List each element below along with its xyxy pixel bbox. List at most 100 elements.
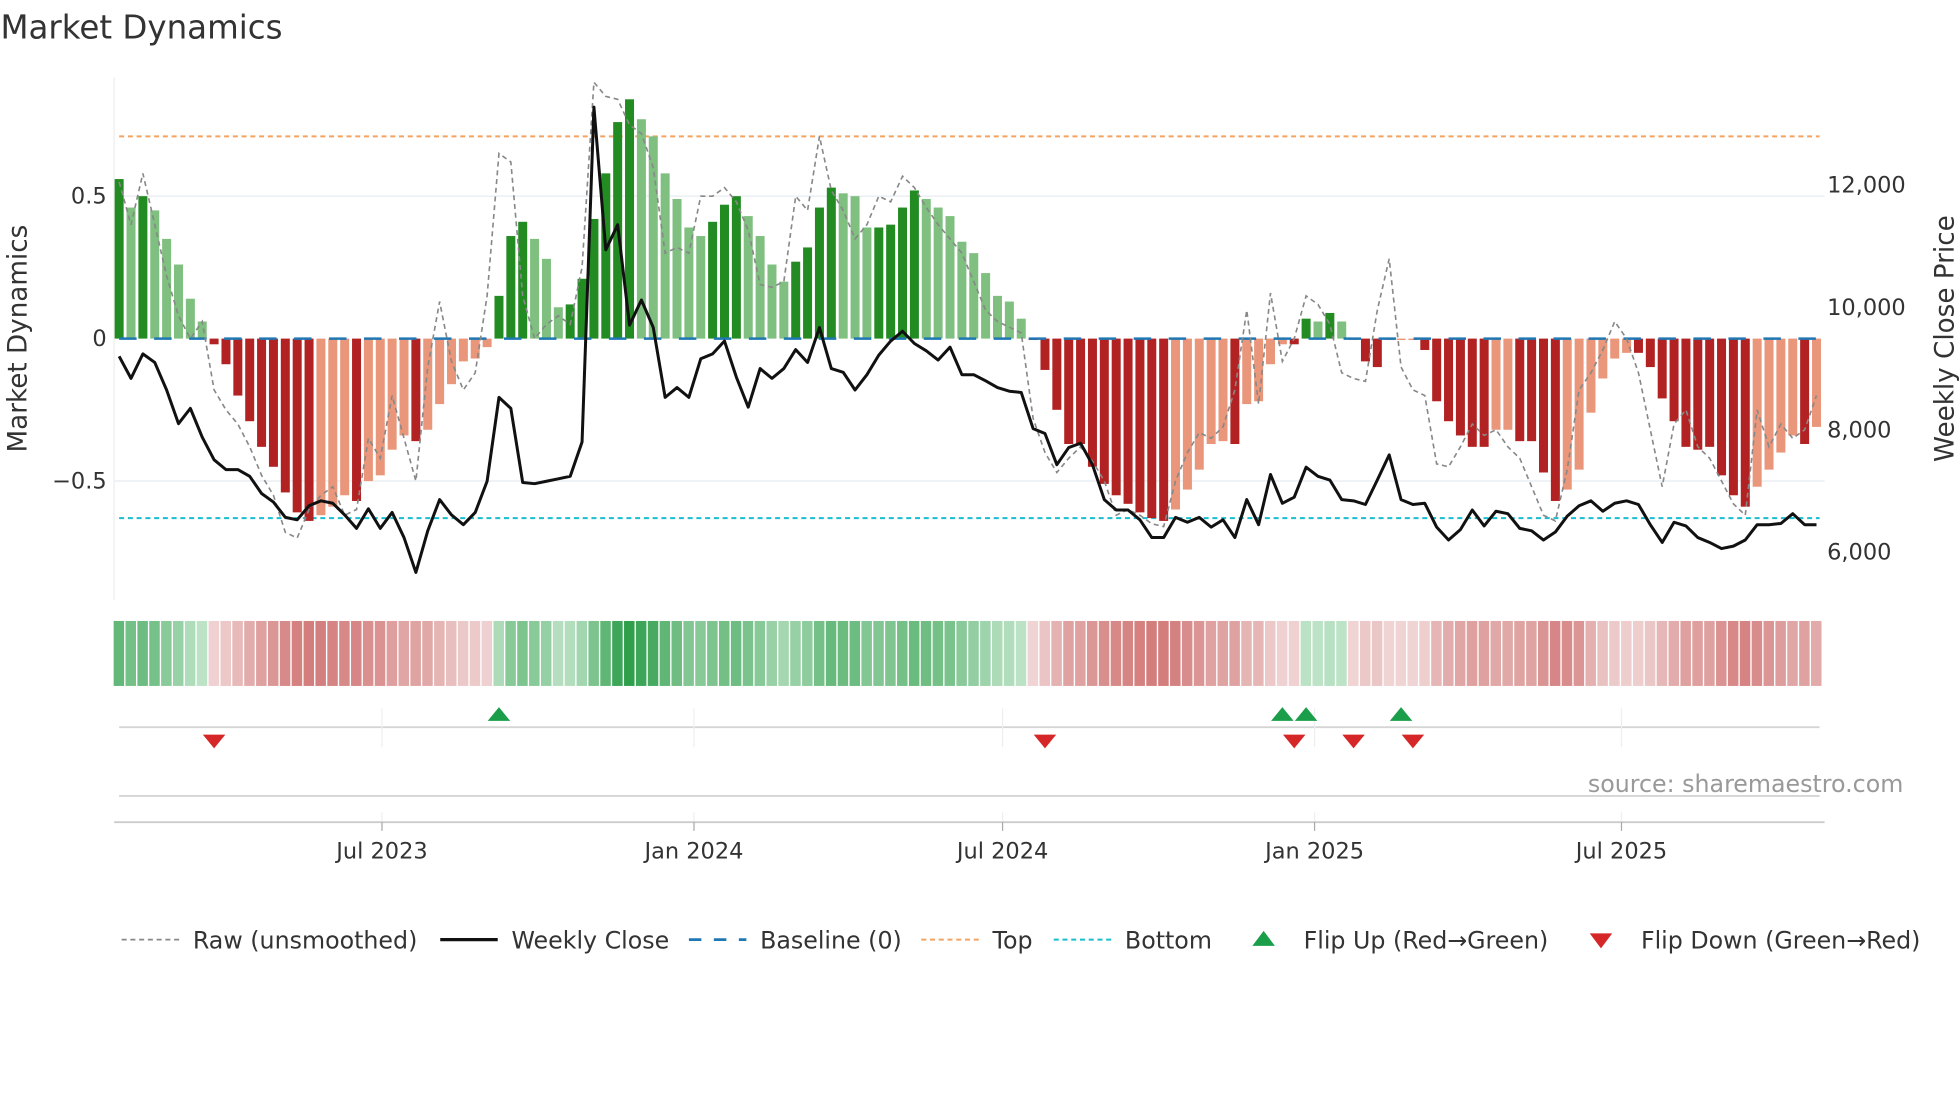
- regime-tile: [291, 620, 303, 686]
- regime-tile: [1466, 620, 1478, 686]
- dynamics-bar: [1182, 338, 1192, 490]
- dynamics-bar: [1099, 338, 1109, 484]
- dynamics-bar: [1776, 338, 1786, 453]
- regime-tile: [481, 620, 493, 686]
- dynamics-bar: [957, 241, 967, 339]
- left-tick-label: 0.5: [71, 184, 107, 210]
- regime-tile: [1229, 620, 1240, 686]
- regime-tile: [1680, 620, 1691, 686]
- dynamics-bar: [1432, 338, 1442, 402]
- flip-down-marker: [1342, 734, 1365, 749]
- x-tick-label: Jul 2024: [955, 838, 1048, 864]
- dynamics-bar: [173, 264, 183, 339]
- dynamics-bar: [411, 338, 421, 442]
- dynamics-bar: [898, 207, 908, 339]
- regime-tile: [908, 620, 920, 686]
- dynamics-bar: [826, 187, 836, 339]
- dynamics-bar: [1657, 338, 1667, 399]
- regime-tile: [1799, 620, 1810, 686]
- dynamics-bar: [494, 295, 504, 339]
- dynamics-bar: [1372, 338, 1382, 368]
- dynamics-bar: [731, 196, 741, 339]
- regime-tile: [1478, 620, 1490, 686]
- x-tick-label: Jul 2023: [334, 838, 427, 864]
- dynamics-bar: [150, 210, 160, 339]
- regime-tile: [339, 620, 350, 686]
- regime-tile: [1288, 620, 1300, 686]
- dynamics-bar: [1610, 338, 1620, 359]
- regime-tile: [991, 620, 1003, 686]
- regime-tile: [410, 620, 421, 686]
- dynamics-bar: [1527, 338, 1537, 442]
- dynamics-bar: [553, 307, 563, 339]
- regime-tile: [1217, 620, 1229, 686]
- regime-tile: [161, 620, 172, 686]
- dynamics-bar: [530, 238, 540, 339]
- regime-tile: [1443, 620, 1454, 686]
- dynamics-bar: [1206, 338, 1216, 444]
- regime-tile: [1727, 620, 1739, 686]
- regime-tile: [1383, 620, 1395, 686]
- flip-up-icon: [1252, 930, 1275, 946]
- dynamics-bar: [779, 281, 789, 339]
- regime-tile: [552, 620, 564, 686]
- dynamics-bar: [1586, 338, 1596, 413]
- regime-tile: [1763, 620, 1775, 686]
- regime-tile: [1205, 620, 1217, 686]
- dynamics-bar: [233, 338, 243, 396]
- regime-tile: [232, 620, 243, 686]
- regime-tile: [1407, 620, 1418, 686]
- dynamics-bar: [138, 196, 148, 339]
- regime-tile: [576, 620, 588, 686]
- dynamics-bar: [399, 338, 409, 436]
- dynamics-bar: [1444, 338, 1454, 422]
- flip-markers-panel: [119, 707, 1820, 823]
- dynamics-bar: [1111, 338, 1121, 496]
- regime-tile: [279, 620, 291, 686]
- regime-tile: [1656, 620, 1668, 686]
- regime-tile: [1810, 620, 1822, 686]
- dynamics-bar: [506, 236, 516, 339]
- regime-tile: [1537, 620, 1549, 686]
- dynamics-bar: [755, 236, 765, 339]
- dynamics-bar: [375, 338, 385, 476]
- regime-tile: [790, 620, 801, 686]
- dynamics-bar: [245, 338, 255, 422]
- regime-tile: [861, 620, 872, 686]
- regime-tile: [1561, 620, 1573, 686]
- dynamics-bar: [482, 338, 492, 348]
- dynamics-bar: [791, 261, 801, 339]
- regime-tile: [256, 620, 267, 686]
- regime-tile: [1086, 620, 1098, 686]
- legend-label: Bottom: [1125, 926, 1212, 954]
- regime-tile: [540, 620, 552, 686]
- regime-tile: [327, 620, 338, 686]
- regime-tile: [766, 620, 777, 686]
- regime-tile: [1704, 620, 1715, 686]
- regime-tile: [802, 620, 813, 686]
- dynamics-bar: [114, 179, 124, 339]
- dynamics-bar: [981, 273, 991, 339]
- dynamics-bar: [909, 190, 919, 339]
- dynamics-bar: [743, 216, 753, 339]
- regime-tile: [469, 620, 481, 686]
- dynamics-bar: [1515, 338, 1525, 442]
- regime-tile: [1609, 620, 1620, 686]
- dynamics-bar: [340, 338, 350, 496]
- regime-tile: [612, 620, 623, 686]
- regime-tile: [1395, 620, 1407, 686]
- dynamics-bar: [1135, 338, 1145, 513]
- regime-tile: [1110, 620, 1122, 686]
- regime-tile: [683, 620, 694, 686]
- regime-tile: [647, 620, 659, 686]
- regime-tile: [1585, 620, 1596, 686]
- market-dynamics-chart: Market Dynamics 0.5 0 −0.5 12,000 10,000 8,0…: [0, 9, 1960, 955]
- regime-tile: [1739, 620, 1751, 686]
- regime-strip: [113, 620, 1822, 686]
- regime-tile: [220, 620, 231, 686]
- dynamics-bar: [280, 338, 290, 493]
- dynamics-bar: [541, 258, 551, 339]
- regime-tile: [529, 620, 540, 686]
- regime-tile: [267, 620, 279, 686]
- regime-tile: [1312, 620, 1323, 686]
